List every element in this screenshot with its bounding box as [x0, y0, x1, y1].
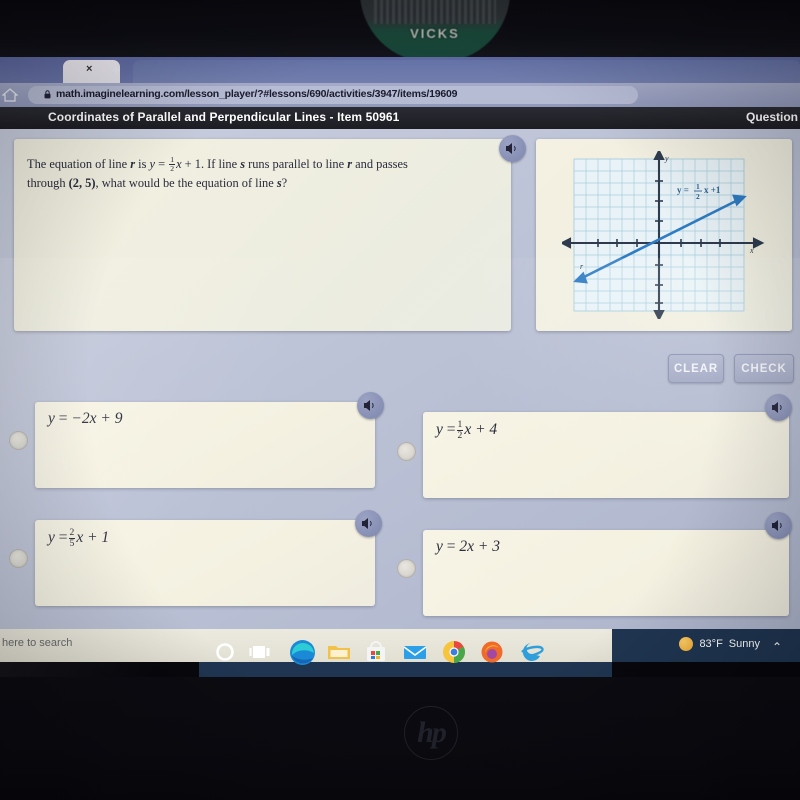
- internet-explorer-icon[interactable]: [519, 639, 545, 665]
- radio-option-b[interactable]: [397, 442, 416, 461]
- question-part-3: . If line: [200, 157, 241, 171]
- vicks-label-text: VICKS: [410, 26, 460, 41]
- point-coordinates: (2, 5): [68, 176, 96, 191]
- option-b-y: y: [436, 421, 443, 439]
- new-tab-icon[interactable]: +: [112, 62, 121, 79]
- edge-icon[interactable]: [288, 638, 317, 667]
- chrome-icon[interactable]: [441, 639, 467, 665]
- weather-widget[interactable]: 83°F Sunny: [679, 637, 760, 651]
- graph-card: y x r y = 1 2 x +1: [536, 139, 792, 331]
- task-view-icon[interactable]: [248, 639, 274, 665]
- question-part-4: runs parallel to line: [245, 157, 348, 171]
- check-button[interactable]: CHECK: [734, 354, 794, 383]
- eq-constant: + 1: [181, 157, 201, 171]
- option-b-equation: y = 1 2 x + 4: [436, 420, 497, 441]
- lesson-title-bar: Coordinates of Parallel and Perpendicula…: [0, 107, 800, 129]
- bottle-cap: [374, 0, 496, 24]
- option-b-denominator: 2: [457, 429, 463, 441]
- windows-taskbar: here to search 83°F Sunny ⌃: [0, 629, 800, 677]
- radio-option-d[interactable]: [397, 559, 416, 578]
- eq-equals: =: [155, 157, 169, 171]
- clear-button[interactable]: CLEAR: [668, 354, 724, 383]
- sun-icon: [679, 637, 694, 651]
- question-part-6: through: [27, 176, 69, 191]
- option-c-equation: y = 2 5 x + 1: [48, 528, 109, 549]
- option-c-equals: =: [58, 529, 68, 547]
- eq-denominator: 2: [170, 163, 175, 173]
- option-a-y: y: [48, 410, 55, 427]
- svg-text:x +1: x +1: [704, 185, 721, 195]
- speaker-icon[interactable]: [765, 512, 792, 539]
- option-c-body: x + 1: [76, 529, 110, 547]
- option-b-equals: =: [446, 421, 456, 439]
- option-c-y: y: [48, 529, 55, 547]
- question-part-1: The equation of line: [27, 157, 131, 171]
- question-counter-label: Question: [745, 110, 798, 124]
- close-icon[interactable]: ×: [86, 63, 92, 75]
- question-part-2: is: [135, 157, 150, 171]
- home-icon[interactable]: [2, 87, 18, 103]
- speaker-icon[interactable]: [357, 392, 384, 419]
- speaker-icon[interactable]: [765, 394, 792, 421]
- speaker-icon[interactable]: [355, 510, 382, 537]
- option-b-fraction: 12: [456, 420, 464, 441]
- option-d-equation: y = 2x + 3: [436, 538, 500, 556]
- search-placeholder: here to search: [2, 637, 73, 649]
- option-d-body: 2x + 3: [459, 538, 500, 555]
- tab-strip-empty-area: [133, 60, 800, 83]
- file-explorer-icon[interactable]: [326, 639, 352, 665]
- browser-tab-strip: × +: [0, 57, 800, 83]
- lesson-title: Coordinates of Parallel and Perpendicula…: [48, 110, 400, 124]
- option-d-y: y: [436, 538, 443, 555]
- option-d-equals: =: [446, 538, 456, 555]
- option-a-equation: y = −2x + 9: [48, 410, 122, 428]
- coordinate-graph: y x r y = 1 2 x +1: [559, 148, 767, 322]
- weather-condition: Sunny: [728, 638, 760, 650]
- radio-option-c[interactable]: [9, 549, 28, 568]
- chevron-up-icon[interactable]: ⌃: [772, 640, 782, 654]
- microsoft-store-icon[interactable]: [363, 639, 389, 665]
- question-part-8: ?: [281, 176, 288, 191]
- lesson-content-area: The equation of line r is y = 12x + 1. I…: [0, 129, 800, 758]
- question-text: The equation of line r is y = 12x + 1. I…: [27, 155, 487, 193]
- question-part-5: and passes: [352, 157, 408, 171]
- mail-icon[interactable]: [402, 639, 428, 665]
- browser-chrome: × + math.imaginelearning.com/lesson_play…: [0, 57, 800, 107]
- photographed-laptop-screen: VICKS × + math.imaginelearning.com/lesso…: [0, 0, 800, 800]
- cortana-icon[interactable]: [212, 639, 238, 665]
- speaker-icon[interactable]: [499, 135, 526, 162]
- option-a-body: −2x + 9: [71, 410, 123, 427]
- browser-address-row: math.imaginelearning.com/lesson_player/?…: [0, 83, 800, 107]
- laptop-bottom-bezel: [0, 677, 800, 800]
- option-a-equals: =: [58, 410, 68, 427]
- lock-icon: [44, 90, 51, 99]
- url-text: math.imaginelearning.com/lesson_player/?…: [56, 88, 458, 100]
- option-c-fraction: 25: [68, 528, 76, 549]
- y-axis-label: y: [664, 154, 669, 163]
- eq-fraction: 12: [169, 156, 176, 173]
- question-card: The equation of line r is y = 12x + 1. I…: [14, 139, 511, 331]
- hp-logo: hp: [404, 706, 458, 760]
- x-axis-label: x: [749, 246, 754, 255]
- option-c-denominator: 5: [69, 537, 75, 549]
- option-b-body: x + 4: [464, 421, 498, 439]
- question-part-7: , what would be the equation of line: [95, 176, 277, 191]
- svg-text:2: 2: [696, 192, 700, 201]
- firefox-icon[interactable]: [479, 639, 505, 665]
- weather-temperature: 83°F: [699, 638, 723, 650]
- radio-option-a[interactable]: [9, 431, 28, 450]
- svg-text:y =: y =: [677, 185, 689, 195]
- svg-text:1: 1: [696, 182, 700, 191]
